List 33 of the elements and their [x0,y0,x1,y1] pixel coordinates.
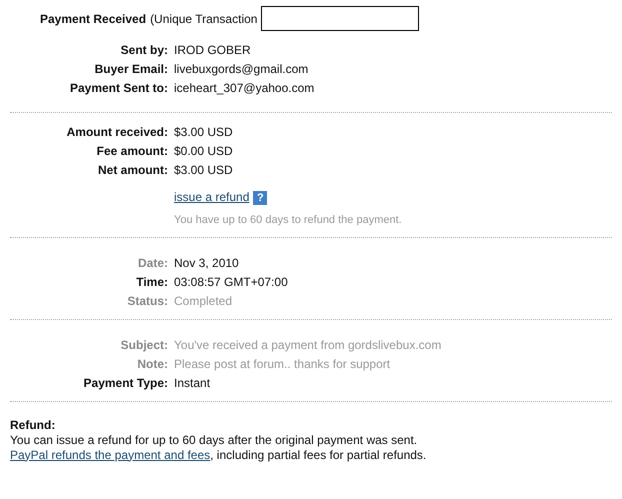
field-label: Payment Sent to: [68,80,168,97]
field-label: Buyer Email: [94,61,168,78]
field-value: iceheart_307@yahoo.com [174,80,314,97]
refund-policy-link[interactable]: PayPal refunds the payment and fees [10,448,210,462]
field-value: Nov 3, 2010 [174,254,239,272]
field-label: Note: [136,356,168,372]
field-value: $3.00 USD [174,124,233,141]
field-label: Status: [126,292,168,310]
transaction-field[interactable] [261,6,420,31]
refund-note: You have up to 60 days to refund the payment. [173,213,403,228]
refund-link[interactable]: issue a refund [174,190,250,204]
refund-text: You can issue a refund for up to 60 days after the original payment was sent. PayPal refunds the payment and fees, including partial fees for partial refunds. [10,432,428,462]
field-value: Completed [174,292,232,310]
field-label: Subject: [120,336,168,354]
field-value: You've received a payment from gordslivebux.com [174,336,442,354]
field-label: Sent by: [120,42,168,59]
field-value: livebuxgords@gmail.com [174,61,308,78]
field-value: Please post at forum.. thanks for support [174,356,390,372]
field-label: Date: [136,254,168,272]
field-value: 03:08:57 GMT+07:00 [174,274,288,290]
page-title: Payment Received [40,10,146,28]
field-label: Fee amount: [96,143,168,160]
field-label: Net amount: [97,162,168,179]
field-label: Payment Type: [82,374,168,392]
help-icon[interactable]: ? [253,190,268,205]
field-value: $3.00 USD [174,162,233,179]
refund-heading: Refund: [10,418,56,432]
field-value: Instant [174,374,210,392]
page-subtitle: (Unique Transaction [150,10,258,28]
field-label: Time: [135,274,168,290]
field-value: $0.00 USD [174,143,233,160]
field-value: IROD GOBER [174,42,251,59]
field-label: Amount received: [66,124,168,141]
